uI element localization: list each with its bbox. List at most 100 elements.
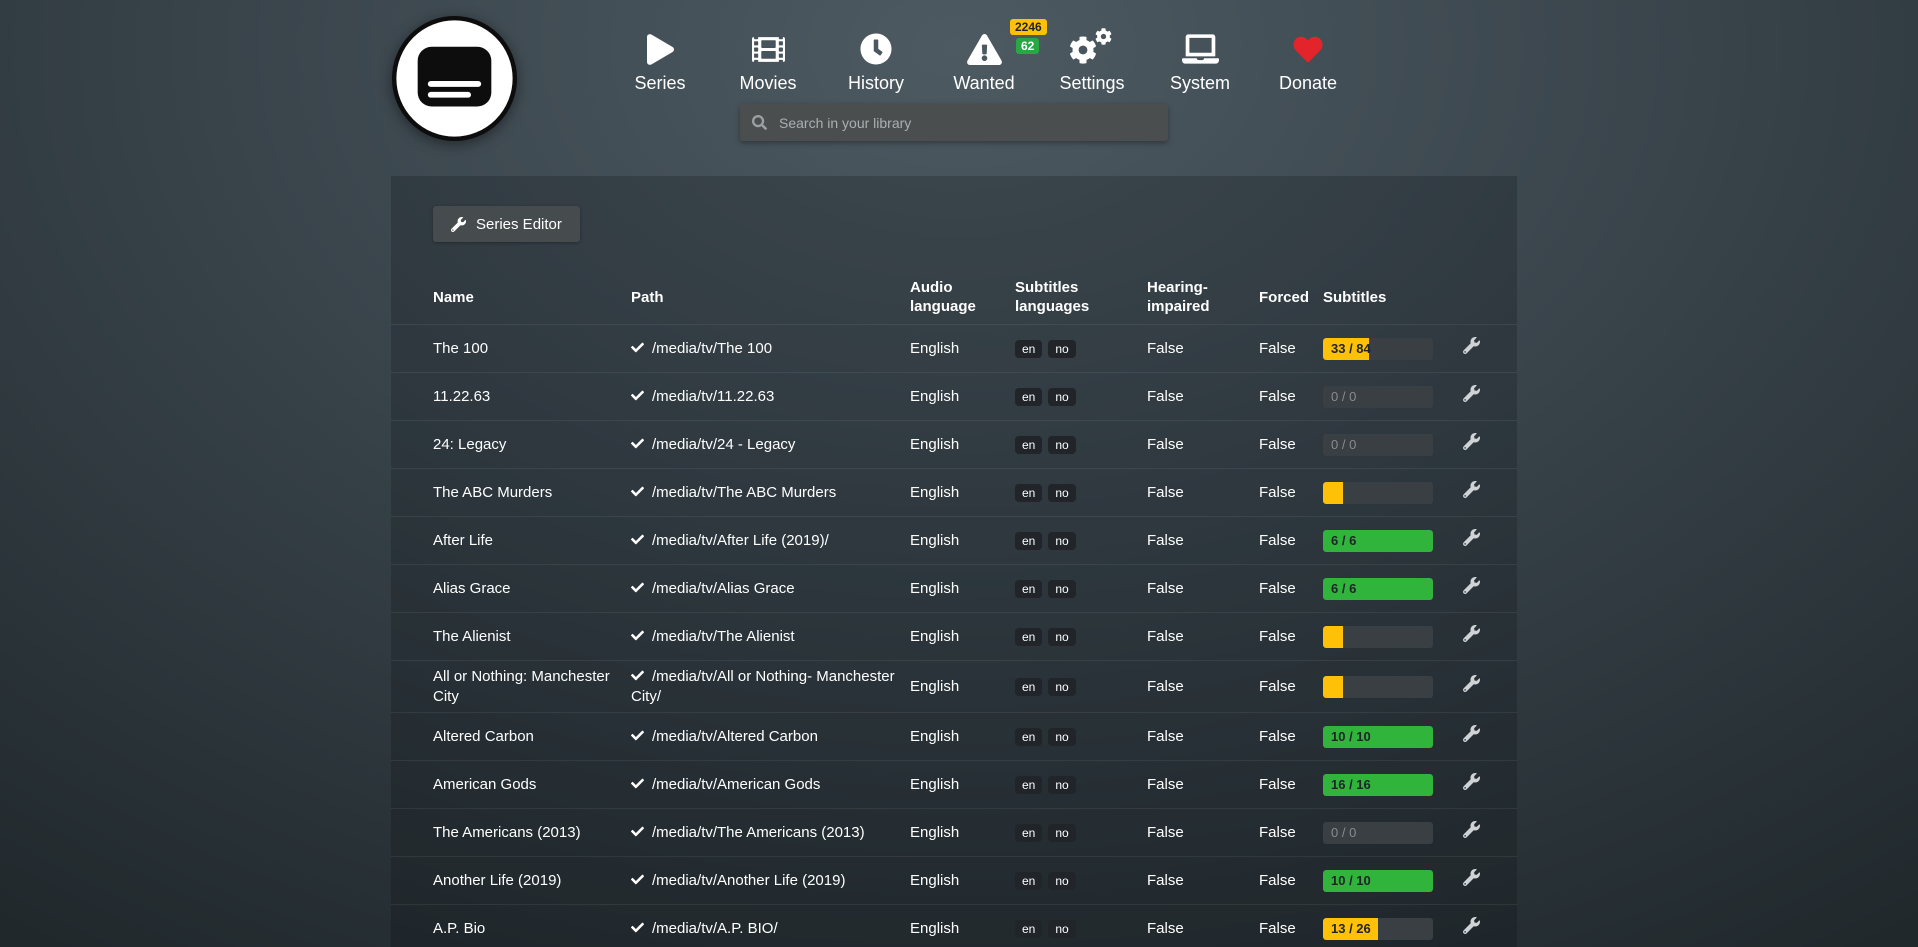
nav-item-settings[interactable]: Settings <box>1038 28 1146 94</box>
series-name[interactable]: All or Nothing: Manchester City <box>433 667 631 706</box>
series-name[interactable]: The Alienist <box>433 627 631 647</box>
audio-language-value: English <box>910 579 1015 599</box>
check-icon <box>631 629 644 642</box>
subtitles-languages-badges: enno <box>1015 484 1147 502</box>
series-name[interactable]: A.P. Bio <box>433 919 631 939</box>
progress-label: 33 / 84 <box>1331 338 1371 360</box>
column-header-subtitles: Subtitles <box>1323 289 1455 308</box>
edit-series-wrench-icon[interactable] <box>1463 869 1480 886</box>
series-path: /media/tv/The 100 <box>631 339 910 359</box>
subtitles-languages-badges: enno <box>1015 436 1147 454</box>
series-path-text: /media/tv/Another Life (2019) <box>652 872 845 889</box>
nav-label-donate: Donate <box>1279 73 1337 94</box>
check-icon <box>631 873 644 886</box>
audio-language-value: English <box>910 387 1015 407</box>
nav-item-system[interactable]: System <box>1146 28 1254 94</box>
series-path: /media/tv/Alias Grace <box>631 579 910 599</box>
series-path-text: /media/tv/A.P. BIO/ <box>652 920 778 937</box>
series-path: /media/tv/The Americans (2013) <box>631 823 910 843</box>
series-name[interactable]: Alias Grace <box>433 579 631 599</box>
series-path: /media/tv/A.P. BIO/ <box>631 919 910 939</box>
edit-series-wrench-icon[interactable] <box>1463 529 1480 546</box>
nav-item-movies[interactable]: Movies <box>714 28 822 94</box>
hearing-impaired-value: False <box>1147 727 1259 747</box>
nav-item-history[interactable]: History <box>822 28 930 94</box>
series-name[interactable]: Altered Carbon <box>433 727 631 747</box>
series-path: /media/tv/Another Life (2019) <box>631 871 910 891</box>
check-icon <box>631 341 644 354</box>
series-name[interactable]: Another Life (2019) <box>433 871 631 891</box>
edit-series-wrench-icon[interactable] <box>1463 433 1480 450</box>
table-row: 24: Legacy /media/tv/24 - Legacy English… <box>391 420 1517 468</box>
search-bar <box>740 104 1168 141</box>
table-row: A.P. Bio /media/tv/A.P. BIO/ English enn… <box>391 904 1517 947</box>
series-editor-button[interactable]: Series Editor <box>433 206 580 242</box>
language-badge: en <box>1015 824 1042 842</box>
forced-value: False <box>1259 531 1323 551</box>
nav-item-donate[interactable]: Donate <box>1254 28 1362 94</box>
edit-series-wrench-icon[interactable] <box>1463 725 1480 742</box>
hearing-impaired-value: False <box>1147 677 1259 697</box>
edit-series-wrench-icon[interactable] <box>1463 385 1480 402</box>
audio-language-value: English <box>910 483 1015 503</box>
subtitles-progress-bar: 10 / 10 <box>1323 870 1433 892</box>
series-path-text: /media/tv/11.22.63 <box>652 388 774 405</box>
clock-icon <box>860 28 892 70</box>
edit-series-wrench-icon[interactable] <box>1463 675 1480 692</box>
table-row: The 100 /media/tv/The 100 English enno F… <box>391 324 1517 372</box>
series-path-text: /media/tv/The ABC Murders <box>652 484 836 501</box>
hearing-impaired-value: False <box>1147 919 1259 939</box>
series-path: /media/tv/After Life (2019)/ <box>631 531 910 551</box>
subtitles-languages-badges: enno <box>1015 920 1147 938</box>
film-icon <box>752 28 785 70</box>
edit-series-wrench-icon[interactable] <box>1463 625 1480 642</box>
progress-fill <box>1323 676 1343 698</box>
subtitles-progress-bar: 6 / 6 <box>1323 530 1433 552</box>
series-name[interactable]: 24: Legacy <box>433 435 631 455</box>
subtitles-progress-bar: 6 / 6 <box>1323 578 1433 600</box>
series-path-text: /media/tv/Alias Grace <box>652 580 795 597</box>
language-badge: no <box>1048 388 1075 406</box>
series-name[interactable]: American Gods <box>433 775 631 795</box>
language-badge: no <box>1048 776 1075 794</box>
series-path: /media/tv/American Gods <box>631 775 910 795</box>
progress-label: 0 / 0 <box>1331 434 1356 456</box>
subtitles-languages-badges: enno <box>1015 340 1147 358</box>
forced-value: False <box>1259 435 1323 455</box>
series-path-text: /media/tv/American Gods <box>652 776 820 793</box>
bazarr-logo[interactable] <box>391 15 518 142</box>
edit-series-wrench-icon[interactable] <box>1463 917 1480 934</box>
audio-language-value: English <box>910 823 1015 843</box>
edit-series-wrench-icon[interactable] <box>1463 481 1480 498</box>
edit-series-wrench-icon[interactable] <box>1463 577 1480 594</box>
nav-item-wanted[interactable]: 2246 62 Wanted <box>930 28 1038 94</box>
edit-series-wrench-icon[interactable] <box>1463 337 1480 354</box>
series-name[interactable]: After Life <box>433 531 631 551</box>
table-row: All or Nothing: Manchester City /media/t… <box>391 660 1517 712</box>
series-name[interactable]: The ABC Murders <box>433 483 631 503</box>
series-path-text: /media/tv/All or Nothing- Manchester Cit… <box>631 668 895 705</box>
series-name[interactable]: The Americans (2013) <box>433 823 631 843</box>
nav-label-system: System <box>1170 73 1230 94</box>
search-input[interactable] <box>777 114 1156 132</box>
series-path: /media/tv/24 - Legacy <box>631 435 910 455</box>
progress-fill <box>1323 626 1343 648</box>
edit-series-wrench-icon[interactable] <box>1463 821 1480 838</box>
bazarr-logo-icon <box>391 15 518 142</box>
column-header-name: Name <box>433 289 631 308</box>
check-icon <box>631 825 644 838</box>
nav-label-series: Series <box>634 73 685 94</box>
audio-language-value: English <box>910 531 1015 551</box>
series-name[interactable]: 11.22.63 <box>433 387 631 407</box>
nav-label-movies: Movies <box>739 73 796 94</box>
language-badge: no <box>1048 920 1075 938</box>
series-name[interactable]: The 100 <box>433 339 631 359</box>
language-badge: no <box>1048 532 1075 550</box>
language-badge: en <box>1015 388 1042 406</box>
subtitles-languages-badges: enno <box>1015 872 1147 890</box>
progress-label: 0 / 0 <box>1331 386 1356 408</box>
hearing-impaired-value: False <box>1147 435 1259 455</box>
subtitles-languages-badges: enno <box>1015 580 1147 598</box>
edit-series-wrench-icon[interactable] <box>1463 773 1480 790</box>
nav-item-series[interactable]: Series <box>606 28 714 94</box>
